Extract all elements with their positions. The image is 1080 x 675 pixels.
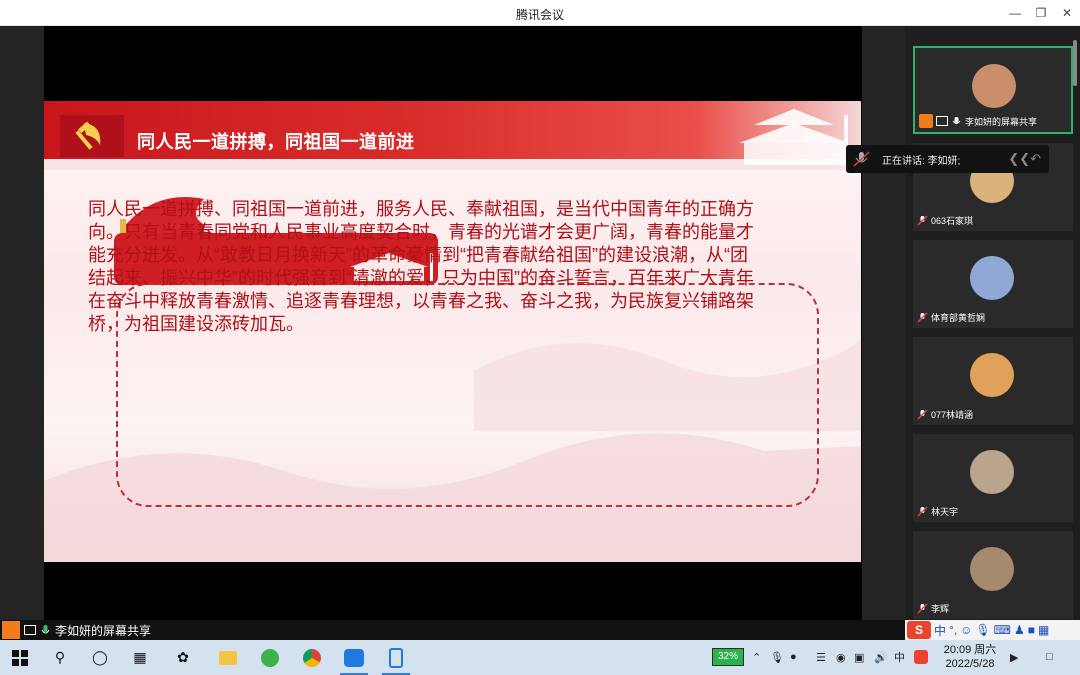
participant-name: 体育部黄哲娴: [931, 313, 986, 323]
tray-app-icon-2[interactable]: ▣: [854, 648, 864, 666]
show-desktop-media-icon[interactable]: ▶: [1010, 648, 1018, 666]
mic-muted-icon: [917, 215, 928, 226]
network-icon[interactable]: ☰: [816, 648, 826, 666]
ime-punctuation-toggle[interactable]: °,: [949, 623, 957, 637]
tencent-meeting-window: 腾讯会议 — ❐ ✕ 同人民一道拼搏，同祖国一道前进 同人民一道拼搏、同祖国一道…: [0, 0, 1080, 675]
close-button[interactable]: ✕: [1052, 0, 1080, 26]
mic-icon: [952, 116, 961, 124]
mic-muted-icon: [917, 312, 928, 323]
mic-muted-icon: [917, 409, 928, 420]
participant-tile[interactable]: 077林靖涵: [913, 337, 1073, 425]
screen-share-icon: [24, 625, 36, 635]
sogou-tray-icon[interactable]: [914, 648, 928, 666]
mic-muted-icon: [917, 506, 928, 517]
participant-name-row: 077林靖涵: [917, 408, 973, 421]
participant-tile[interactable]: 李如妍的屏幕共享: [913, 46, 1073, 134]
input-language[interactable]: 中: [894, 648, 905, 666]
task-view-icon[interactable]: ▦: [120, 640, 160, 675]
share-bar-label: 李如妍的屏幕共享: [55, 623, 152, 638]
ime-toolbar: S 中 °, ☺ 🎙 ⌨ ♟ ■ ▦: [905, 620, 1080, 640]
title-bar: 腾讯会议 — ❐ ✕: [0, 0, 1080, 26]
stage-left-margin: [0, 26, 44, 640]
avatar: [972, 64, 1016, 108]
host-icon: [919, 114, 933, 128]
volume-icon[interactable]: 🔊: [874, 648, 888, 666]
participant-name-row: 体育部黄哲娴: [917, 311, 985, 324]
windows-start-icon[interactable]: [0, 640, 40, 675]
hammer-sickle-icon: [75, 121, 101, 150]
clock-date: 2022/5/28: [945, 658, 995, 670]
mic-active-icon: [41, 624, 50, 633]
taskbar-clock[interactable]: 20:09 周六 2022/5/28: [940, 643, 1000, 671]
user-icon[interactable]: ♟: [1014, 623, 1025, 637]
search-icon[interactable]: ⚲: [40, 640, 80, 675]
skin-icon[interactable]: ■: [1028, 623, 1035, 637]
tencent-meeting-taskbar-icon[interactable]: [334, 640, 374, 675]
avatar: [970, 256, 1014, 300]
participant-tile[interactable]: 李辉: [913, 531, 1073, 619]
battery-indicator[interactable]: 32%: [712, 648, 744, 666]
panel-scrollbar[interactable]: [1073, 40, 1077, 86]
ime-language-toggle[interactable]: 中: [934, 622, 946, 639]
participant-name-row: 李如妍的屏幕共享: [919, 114, 1037, 128]
emoji-icon[interactable]: ☺: [960, 623, 972, 637]
participant-name-row: 李辉: [917, 602, 949, 615]
clock-time: 20:09 周六: [943, 644, 997, 656]
chrome-icon[interactable]: [292, 640, 332, 675]
screen-share-icon: [936, 116, 948, 126]
show-hidden-icons[interactable]: ⌃: [752, 648, 761, 666]
microphone-tray-icon[interactable]: 🎙: [770, 648, 784, 666]
avatar: [970, 547, 1014, 591]
participant-name: 李如妍的屏幕共享: [965, 116, 1038, 127]
mic-muted-icon: [917, 603, 928, 614]
participant-name-row: 063石家琪: [917, 214, 973, 227]
tiananmen-icon: [739, 109, 849, 165]
speaker-mic-icon: [853, 151, 870, 167]
party-emblem: [60, 115, 124, 157]
speaking-label: 正在讲话: 李如妍;: [882, 155, 961, 167]
participant-name: 063石家琪: [931, 216, 974, 226]
screen-share-bar: 李如妍的屏幕共享: [0, 620, 905, 640]
notification-icon[interactable]: □: [1046, 648, 1053, 666]
sogou-icon[interactable]: S: [907, 621, 931, 639]
participant-name: 李辉: [931, 604, 950, 614]
participant-name: 077林靖涵: [931, 410, 974, 420]
participant-tile[interactable]: 体育部黄哲娴: [913, 240, 1073, 328]
slide-body-text: 同人民一道拼搏、同祖国一道前进，服务人民、奉献祖国，是当代中国青年的正确方向。只…: [88, 199, 754, 334]
window-title: 腾讯会议: [515, 8, 564, 22]
tray-app-icon[interactable]: ◉: [836, 648, 846, 666]
participant-name-row: 林天宇: [917, 505, 958, 518]
speaking-indicator: 正在讲话: 李如妍; ❮❮↶: [846, 145, 1049, 173]
slide-heading: 同人民一道拼搏，同祖国一道前进: [137, 132, 415, 152]
collapse-icon[interactable]: ❮❮↶: [1008, 151, 1041, 167]
participant-name: 林天宇: [931, 507, 959, 517]
qq-icon[interactable]: ●: [790, 648, 797, 666]
toolbox-icon[interactable]: ▦: [1038, 623, 1049, 637]
stage-right-margin: [862, 26, 905, 640]
cortana-icon[interactable]: ◯: [80, 640, 120, 675]
voice-input-icon[interactable]: 🎙: [975, 623, 990, 637]
mobile-icon[interactable]: [376, 640, 416, 675]
keyboard-icon[interactable]: ⌨: [994, 623, 1011, 637]
avatar: [970, 450, 1014, 494]
participant-tile[interactable]: 林天宇: [913, 434, 1073, 522]
app-icon[interactable]: ✿: [163, 640, 203, 675]
file-explorer-icon[interactable]: [208, 640, 248, 675]
edge-browser-icon[interactable]: [250, 640, 290, 675]
avatar: [970, 353, 1014, 397]
host-icon: [2, 621, 20, 639]
